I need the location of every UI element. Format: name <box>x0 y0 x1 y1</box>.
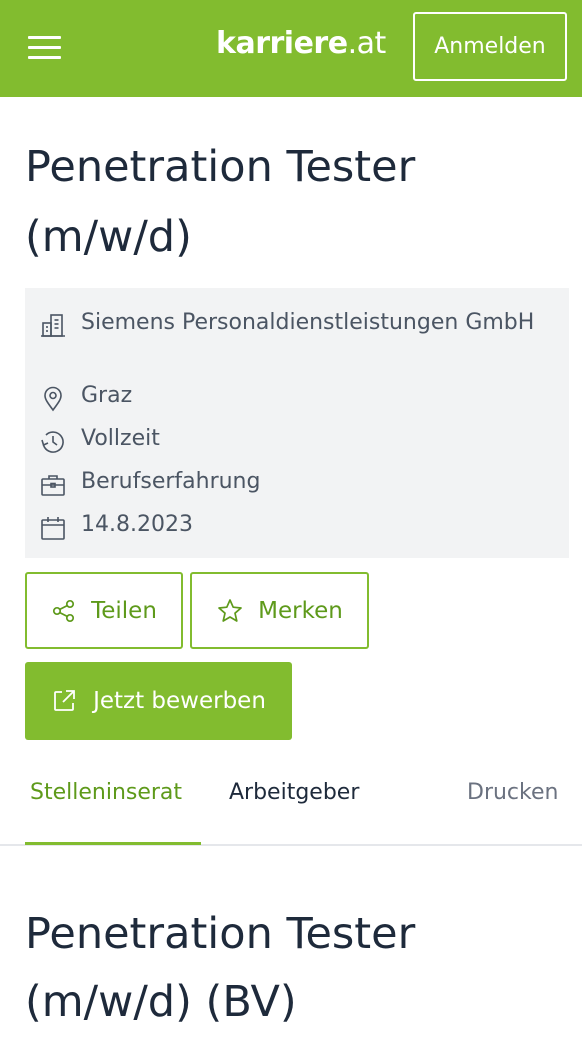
company-row: Siemens Personaldienstleistungen GmbH <box>39 308 541 340</box>
job-info-box: Siemens Personaldienstleistungen GmbH Gr… <box>25 288 569 558</box>
active-tab-indicator <box>25 842 201 845</box>
tab-stelleninserat[interactable]: Stelleninserat <box>30 780 182 805</box>
date-text: 14.8.2023 <box>81 512 193 537</box>
karriere-logo[interactable]: karriere.at <box>216 26 386 70</box>
employment-type-text: Vollzeit <box>81 426 160 451</box>
date-row: 14.8.2023 <box>39 510 541 542</box>
experience-row: Berufserfahrung <box>39 467 541 499</box>
share-icon <box>53 599 75 622</box>
share-button[interactable]: Teilen <box>25 572 183 649</box>
building-icon <box>41 314 65 337</box>
briefcase-icon <box>41 475 65 496</box>
save-button[interactable]: Merken <box>190 572 369 649</box>
apply-label: Jetzt bewerben <box>93 688 266 714</box>
star-icon <box>218 598 243 622</box>
calendar-icon <box>41 517 65 540</box>
share-label: Teilen <box>91 597 157 624</box>
save-label: Merken <box>258 597 343 624</box>
logo-wordmark: karriere <box>216 26 348 61</box>
employment-type-row: Vollzeit <box>39 424 541 456</box>
top-navigation-bar: karriere.at Anmelden <box>0 0 582 97</box>
tab-arbeitgeber[interactable]: Arbeitgeber <box>229 780 359 805</box>
logo-tld: .at <box>347 26 387 61</box>
location-text: Graz <box>81 383 133 408</box>
hamburger-menu-icon[interactable] <box>28 34 62 60</box>
company-name[interactable]: Siemens Personaldienstleistungen GmbH <box>81 308 541 337</box>
experience-text: Berufserfahrung <box>81 469 261 494</box>
map-pin-icon <box>44 386 62 412</box>
external-link-icon <box>54 690 75 711</box>
location-row: Graz <box>39 381 541 413</box>
clock-icon <box>41 431 64 453</box>
job-ad-heading: Penetration Tester (m/w/d) (BV) <box>25 909 416 1027</box>
login-button[interactable]: Anmelden <box>413 12 567 81</box>
content-tabs: Stelleninserat Arbeitgeber Drucken <box>0 760 582 846</box>
apply-button[interactable]: Jetzt bewerben <box>25 662 292 740</box>
job-title: Penetration Tester (m/w/d) <box>25 142 416 262</box>
tab-drucken[interactable]: Drucken <box>467 780 558 805</box>
